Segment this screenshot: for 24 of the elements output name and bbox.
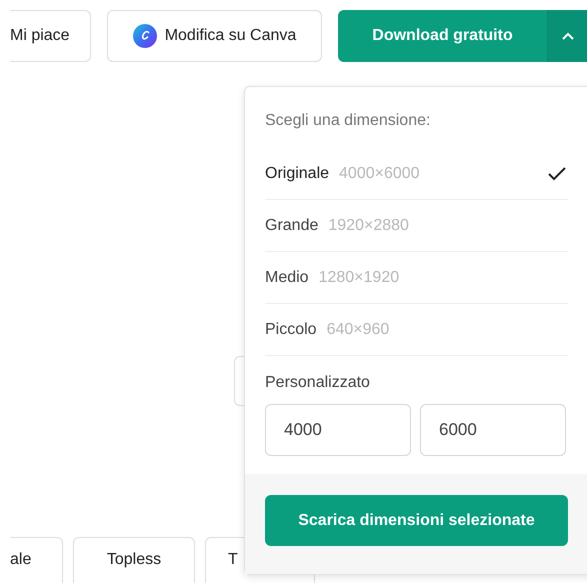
- tag-chip[interactable]: ale: [10, 537, 63, 583]
- size-dimensions: 1920×2880: [328, 216, 409, 234]
- size-name: Originale: [265, 164, 330, 182]
- size-name: Grande: [265, 216, 318, 234]
- like-button[interactable]: Mi piace: [10, 10, 91, 62]
- size-option[interactable]: Grande 1920×2880: [265, 200, 568, 252]
- size-dimensions: 4000×6000: [339, 164, 420, 182]
- size-dimensions: 1280×1920: [318, 268, 400, 286]
- tag-chip[interactable]: Topless: [73, 537, 195, 583]
- caret-icon: [562, 32, 574, 40]
- download-options-toggle[interactable]: [547, 10, 587, 62]
- size-name: Piccolo: [265, 320, 317, 338]
- edit-in-canva-button[interactable]: Modifica su Canva: [107, 10, 322, 62]
- size-option[interactable]: Originale 4000×6000: [265, 148, 568, 200]
- checkmark-icon: [548, 166, 566, 180]
- size-name: Medio: [265, 268, 309, 286]
- menu-title: Scegli una dimensione:: [265, 112, 432, 130]
- canva-logo-icon: [132, 24, 157, 48]
- size-dimensions: 640×960: [326, 320, 390, 338]
- custom-size-label: Personalizzato: [265, 374, 371, 392]
- size-option[interactable]: Piccolo 640×960: [265, 304, 568, 356]
- height-input[interactable]: 6000: [420, 404, 566, 456]
- width-input[interactable]: 4000: [265, 404, 411, 456]
- size-option[interactable]: Medio 1280×1920: [265, 252, 568, 304]
